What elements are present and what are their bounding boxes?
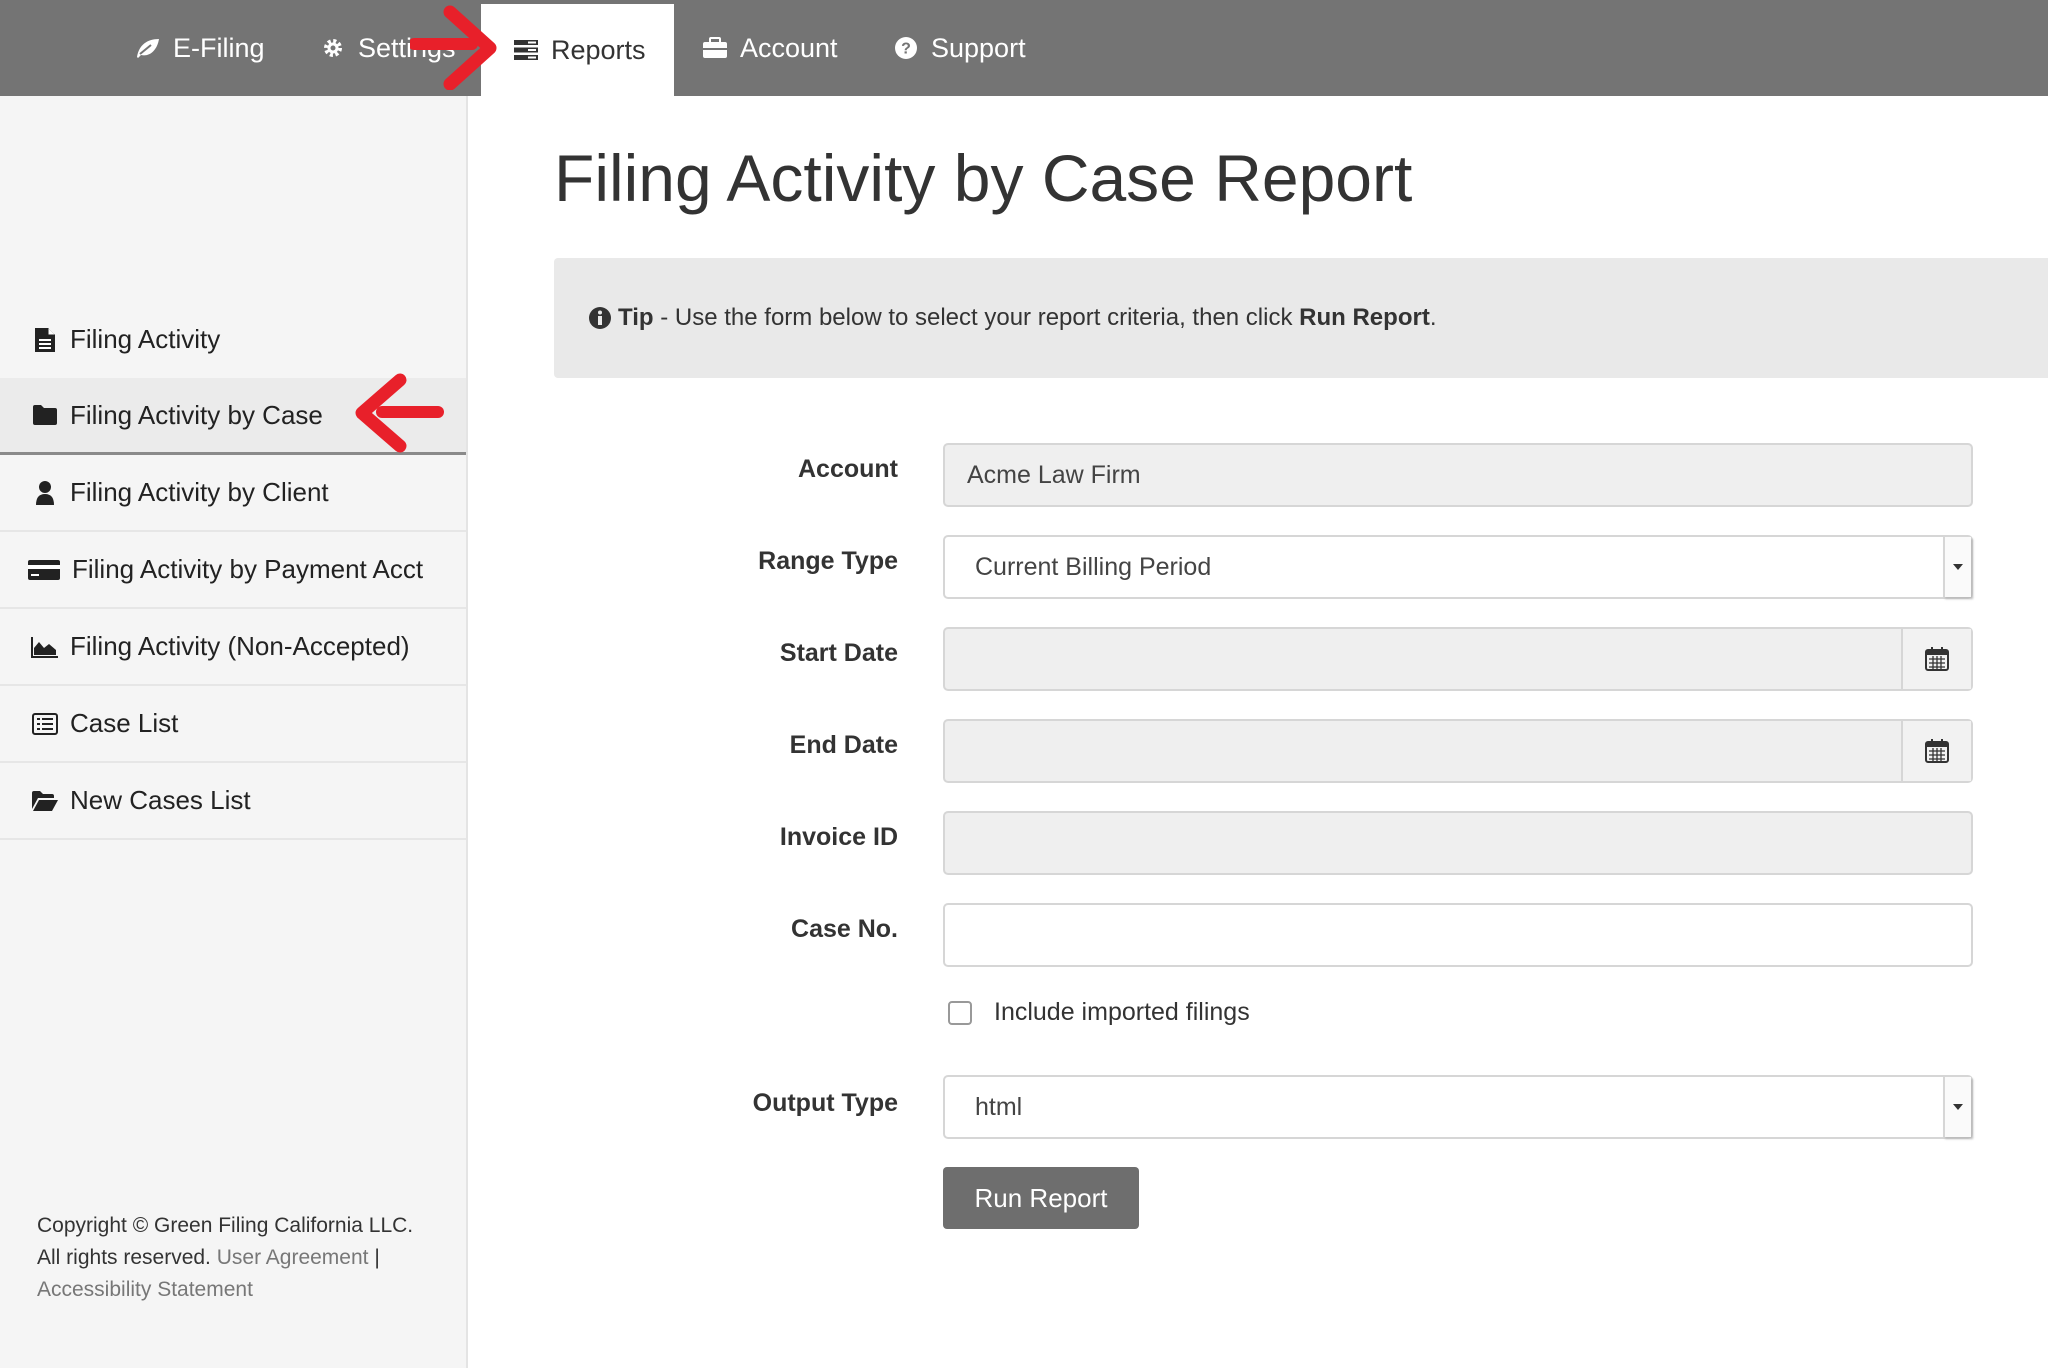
sidebar-item-filing-activity-non-accepted[interactable]: Filing Activity (Non-Accepted)	[0, 609, 466, 686]
user-agreement-link[interactable]: User Agreement	[217, 1246, 369, 1269]
start-date-calendar-button[interactable]	[1901, 629, 1971, 689]
question-circle-icon: ?	[891, 33, 921, 63]
sidebar-item-new-cases-list[interactable]: New Cases List	[0, 763, 466, 840]
end-date-calendar-button[interactable]	[1901, 721, 1971, 781]
sidebar-item-label: Filing Activity by Client	[70, 477, 329, 508]
run-report-button[interactable]: Run Report	[943, 1167, 1139, 1229]
area-chart-icon	[30, 632, 60, 662]
annotation-arrow-right-icon	[410, 4, 500, 90]
end-date-input[interactable]	[943, 719, 1973, 783]
sidebar-item-label: Filing Activity	[70, 324, 220, 355]
footer-copyright: Copyright © Green Filing California LLC.…	[37, 1210, 437, 1306]
nav-account-label: Account	[740, 33, 838, 64]
chevron-down-icon[interactable]	[1943, 537, 1971, 597]
tip-alert: Tip - Use the form below to select your …	[554, 258, 2048, 378]
invoice-id-input[interactable]	[943, 811, 1973, 875]
case-no-label: Case No.	[791, 915, 898, 944]
nav-account[interactable]: Account	[700, 0, 838, 96]
include-imported-label[interactable]: Include imported filings	[994, 998, 1250, 1027]
calendar-icon	[1924, 646, 1950, 672]
folder-icon	[30, 400, 60, 430]
tip-action: Run Report	[1299, 304, 1430, 332]
sidebar-item-case-list[interactable]: Case List	[0, 686, 466, 763]
top-navbar: E-Filing Settings Reports Account ? Supp…	[0, 0, 2048, 96]
end-date-label: End Date	[790, 731, 898, 760]
tip-text: - Use the form below to select your repo…	[660, 304, 1292, 332]
nav-support[interactable]: ? Support	[891, 0, 1026, 96]
list-alt-icon	[30, 709, 60, 739]
nav-reports[interactable]: Reports	[481, 4, 674, 96]
page-title: Filing Activity by Case Report	[554, 140, 1412, 216]
svg-text:?: ?	[901, 41, 911, 58]
nav-support-label: Support	[931, 33, 1026, 64]
account-value: Acme Law Firm	[967, 461, 1141, 490]
leaf-icon	[133, 33, 163, 63]
accessibility-statement-link[interactable]: Accessibility Statement	[37, 1278, 253, 1301]
output-type-select[interactable]: html	[943, 1075, 1973, 1139]
sidebar-item-filing-activity-by-client[interactable]: Filing Activity by Client	[0, 455, 466, 532]
account-field: Acme Law Firm	[943, 443, 1973, 507]
invoice-id-label: Invoice ID	[780, 823, 898, 852]
user-icon	[30, 478, 60, 508]
briefcase-icon	[700, 33, 730, 63]
start-date-label: Start Date	[780, 639, 898, 668]
tip-end: .	[1430, 304, 1437, 332]
info-circle-icon	[588, 306, 612, 330]
nav-efiling[interactable]: E-Filing	[133, 0, 265, 96]
start-date-input[interactable]	[943, 627, 1973, 691]
calendar-icon	[1924, 738, 1950, 764]
include-imported-row: Include imported filings	[948, 998, 1250, 1027]
output-type-label: Output Type	[753, 1089, 898, 1118]
sidebar: Filing Activity Filing Activity by Case …	[0, 96, 468, 1368]
footer-separator: |	[374, 1246, 379, 1269]
sidebar-item-label: Filing Activity (Non-Accepted)	[70, 631, 410, 662]
chevron-down-icon[interactable]	[1943, 1077, 1971, 1137]
range-type-value: Current Billing Period	[975, 553, 1211, 582]
document-icon	[30, 325, 60, 355]
tip-label: Tip	[618, 304, 654, 332]
range-type-select[interactable]: Current Billing Period	[943, 535, 1973, 599]
case-no-input[interactable]	[943, 903, 1973, 967]
annotation-arrow-left-icon	[352, 372, 444, 454]
sidebar-item-label: Case List	[70, 708, 178, 739]
sidebar-item-label: Filing Activity by Case	[70, 400, 323, 431]
nav-reports-label: Reports	[551, 35, 646, 66]
sidebar-item-label: Filing Activity by Payment Acct	[72, 554, 423, 585]
include-imported-checkbox[interactable]	[948, 1001, 972, 1025]
nav-efiling-label: E-Filing	[173, 33, 265, 64]
sidebar-item-label: New Cases List	[70, 785, 251, 816]
account-label: Account	[798, 455, 898, 484]
output-type-value: html	[975, 1093, 1022, 1122]
sidebar-item-filing-activity[interactable]: Filing Activity	[0, 301, 466, 378]
reports-list-icon	[511, 35, 541, 65]
folder-open-icon	[30, 786, 60, 816]
gear-icon	[318, 33, 348, 63]
sidebar-item-filing-activity-by-payment-acct[interactable]: Filing Activity by Payment Acct	[0, 532, 466, 609]
range-type-label: Range Type	[758, 547, 898, 576]
credit-card-icon	[26, 555, 62, 585]
